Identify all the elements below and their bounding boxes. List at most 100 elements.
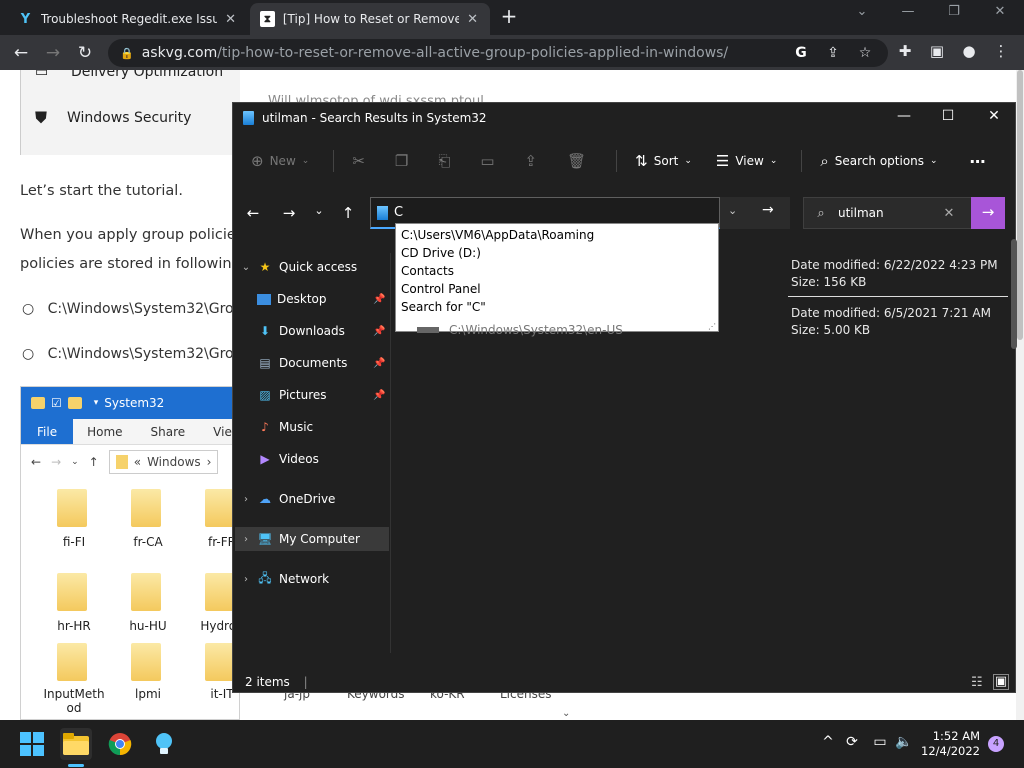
tips-lightbulb-icon[interactable] [148, 728, 180, 760]
nav-onedrive[interactable]: › ☁ OneDrive [239, 487, 389, 511]
up-arrow-icon: ↑ [88, 455, 99, 469]
go-arrow-icon[interactable]: → [762, 202, 774, 218]
tab-reset-group-policies[interactable]: ⧗ [Tip] How to Reset or Remove All ✕ [250, 3, 490, 35]
folder-icon [57, 489, 91, 529]
maximize-icon[interactable]: ☐ [925, 108, 971, 124]
profile-icon[interactable]: ● [960, 42, 978, 60]
restore-icon[interactable]: ❐ [934, 4, 974, 19]
up-arrow-icon[interactable]: ↑ [338, 204, 358, 222]
close-window-icon[interactable]: ✕ [971, 108, 1017, 124]
minimize-icon[interactable]: — [881, 108, 927, 124]
pane-divider[interactable] [390, 253, 391, 653]
reload-icon[interactable]: ↻ [74, 42, 96, 64]
sort-arrows-icon: ⇅ [635, 152, 648, 170]
tab-troubleshoot[interactable]: Y Troubleshoot Regedit.exe Issues ✕ [8, 3, 248, 35]
tiles-view-icon[interactable]: ▣ [993, 674, 1009, 690]
folder-label: InputMeth od [43, 687, 105, 715]
folder-icon [67, 397, 82, 409]
ribbon-file: File [21, 419, 74, 444]
copy-button[interactable]: ❐ [395, 152, 414, 170]
address-history-chevron-icon[interactable]: ⌄ [728, 204, 737, 217]
share-icon[interactable]: ⇪ [824, 45, 842, 63]
sync-alert-icon[interactable]: ⟳ [842, 734, 862, 750]
paste-button[interactable]: ⎗ [438, 152, 456, 170]
view-button[interactable]: ☰ View ⌄ [716, 152, 777, 170]
notification-badge[interactable]: 4 [988, 736, 1004, 752]
forward-arrow-icon[interactable]: → [279, 204, 299, 222]
clear-search-icon[interactable]: ✕ [938, 206, 960, 221]
delivery-icon: ▭ [35, 70, 49, 80]
bookmark-star-icon[interactable]: ☆ [856, 45, 874, 63]
suggestion-item[interactable]: Control Panel [396, 280, 718, 298]
page-scrollbar[interactable] [1016, 70, 1024, 720]
search-options-button[interactable]: ⌕ Search options ⌄ [820, 152, 937, 170]
nav-quick-access[interactable]: ⌄ ★ Quick access [239, 255, 389, 279]
forward-arrow-icon[interactable]: → [42, 42, 64, 64]
minimize-icon[interactable]: — [888, 4, 928, 19]
nav-label: Pictures [279, 388, 327, 402]
nav-videos[interactable]: ▶ Videos [253, 447, 389, 471]
scissors-icon: ✂ [352, 152, 365, 170]
suggestion-item[interactable]: Contacts [396, 262, 718, 280]
more-options-icon[interactable]: ⋯ [970, 152, 986, 171]
nav-my-computer[interactable]: › 🖥 My Computer [235, 527, 389, 551]
resize-grip-icon[interactable]: ⋰ [708, 322, 716, 331]
suggestion-item[interactable]: Search for "C" [396, 298, 718, 316]
start-windows-icon[interactable] [16, 728, 48, 760]
system-clock[interactable]: 1:52 AM 12/4/2022 [918, 729, 980, 759]
bullet-item: ○ C:\Windows\System32\Gro [22, 301, 234, 317]
rename-button[interactable]: ▭ [480, 152, 500, 170]
close-icon[interactable]: ✕ [223, 12, 238, 27]
nav-label: Downloads [279, 324, 345, 338]
back-arrow-icon[interactable]: ← [243, 204, 263, 222]
suggestion-item[interactable]: CD Drive (D:) [396, 244, 718, 262]
back-arrow-icon: ← [31, 455, 42, 469]
recent-locations-chevron-icon[interactable]: ⌄ [309, 204, 329, 217]
chevron-right-icon: › [244, 493, 248, 505]
nav-downloads[interactable]: ⬇ Downloads 📌 [253, 319, 389, 343]
explorer-search-box[interactable]: ⌕ ✕ → [803, 197, 1005, 229]
sort-button[interactable]: ⇅ Sort ⌄ [635, 152, 692, 170]
side-item-label: Windows Security [67, 110, 192, 126]
embedded-address: ← → ⌄ ↑ « Windows › [21, 445, 239, 479]
tray-overflow-chevron-icon[interactable]: ^ [818, 734, 838, 750]
chrome-icon[interactable] [104, 728, 136, 760]
file-explorer-taskbar-icon[interactable] [60, 728, 92, 760]
search-go-arrow-icon[interactable]: → [971, 197, 1005, 229]
cut-button[interactable]: ✂ [352, 152, 371, 170]
side-panel-icon[interactable]: ▣ [928, 42, 946, 60]
details-view-icon[interactable]: ☷ [971, 675, 983, 690]
suggestion-item[interactable]: C:\Users\VM6\AppData\Roaming [396, 226, 718, 244]
nav-pictures[interactable]: ▨ Pictures 📌 [253, 383, 389, 407]
back-arrow-icon[interactable]: ← [10, 42, 32, 64]
chevron-down-icon: ⌄ [241, 261, 251, 273]
address-bar[interactable]: 🔒 askvg.com/tip-how-to-reset-or-remove-a… [108, 39, 888, 67]
chevron-down-icon[interactable]: ⌄ [842, 4, 882, 19]
nav-desktop[interactable]: Desktop 📌 [253, 287, 389, 311]
share-button[interactable]: ⇪ [525, 152, 544, 170]
display-icon[interactable]: ▭ [870, 734, 890, 750]
url-path: /tip-how-to-reset-or-remove-all-active-g… [217, 45, 729, 61]
nav-network[interactable]: › 🖧 Network [239, 567, 389, 591]
explorer-scrollbar[interactable] [1011, 239, 1017, 349]
chevron-right-icon: › [244, 533, 248, 545]
chevron-down-icon[interactable]: ⌄ [562, 708, 570, 719]
nav-documents[interactable]: ▤ Documents 📌 [253, 351, 389, 375]
close-window-icon[interactable]: ✕ [980, 4, 1020, 19]
bullet-item: ○ C:\Windows\System32\Gro [22, 346, 234, 362]
google-icon[interactable]: G [792, 45, 810, 63]
address-autocomplete-dropdown: C:\Users\VM6\AppData\Roaming CD Drive (D… [395, 223, 719, 332]
new-tab-plus-icon[interactable]: + [498, 6, 520, 28]
address-input[interactable] [394, 205, 694, 220]
close-icon[interactable]: ✕ [465, 12, 480, 27]
folder-icon [131, 489, 165, 529]
new-button[interactable]: ⊕ New ⌄ [251, 152, 309, 170]
kebab-menu-icon[interactable]: ⋮ [992, 42, 1010, 60]
volume-icon[interactable]: 🔈 [894, 734, 914, 750]
delete-button[interactable]: 🗑 [567, 152, 592, 170]
nav-music[interactable]: ♪ Music [253, 415, 389, 439]
search-input[interactable] [838, 206, 938, 220]
address-actions: ⌄ → [720, 197, 790, 229]
extensions-puzzle-icon[interactable]: ✚ [896, 42, 914, 60]
file-icon [417, 327, 439, 333]
